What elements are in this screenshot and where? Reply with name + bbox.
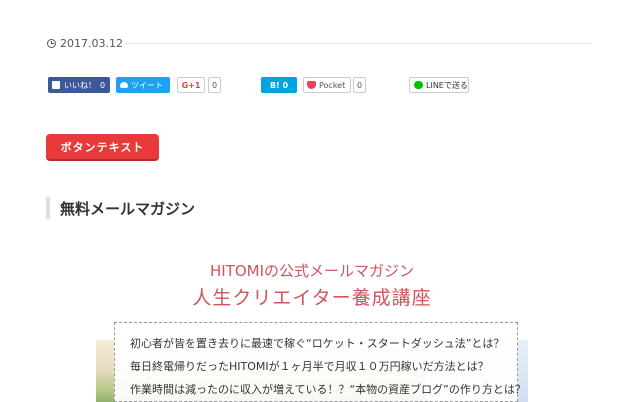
facebook-like-count: 0	[100, 80, 106, 90]
divider	[125, 43, 592, 44]
pocket-icon	[307, 81, 316, 89]
line-send-label: LINEで送る	[426, 80, 468, 90]
twitter-tweet-button[interactable]: ツイート	[116, 77, 170, 93]
hatena-bookmark-button[interactable]: B! 0	[261, 77, 297, 93]
pocket-count: 0	[353, 77, 367, 93]
hatena-bookmark-label: B! 0	[269, 80, 289, 90]
twitter-bird-icon	[120, 82, 128, 88]
banner-title-line1: HITOMIの公式メールマガジン	[209, 262, 415, 280]
line-send-button[interactable]: LINEで送る	[409, 77, 469, 93]
clock-icon	[47, 39, 56, 48]
newsletter-banner[interactable]: HITOMIの公式メールマガジン 人生クリエイター養成講座 初心者が皆を置き去り…	[96, 250, 528, 402]
pocket-label: Pocket	[319, 80, 346, 90]
banner-question: 初心者が皆を置き去りに最速で稼ぐ“ロケット・スタートダッシュ法”とは？	[130, 337, 505, 350]
google-plus-count: 0	[208, 77, 222, 93]
post-date: 2017.03.12	[47, 37, 123, 50]
thumbs-up-icon	[52, 81, 60, 89]
line-icon	[414, 81, 423, 89]
post-date-text: 2017.03.12	[60, 37, 123, 50]
facebook-like-label: いいね！	[64, 80, 96, 90]
google-plus-label: G+1	[181, 80, 201, 90]
pocket-button[interactable]: Pocket	[303, 77, 351, 93]
banner-question-box: 初心者が皆を置き去りに最速で稼ぐ“ロケット・スタートダッシュ法”とは？ 毎日終電…	[114, 322, 526, 402]
section-heading: 無料メールマガジン	[46, 197, 195, 219]
banner-question: 毎日終電帰りだったHITOMIが１ヶ月半で月収１０万円稼いだ方法とは？	[130, 360, 489, 373]
google-plus-button[interactable]: G+1	[177, 77, 205, 93]
banner-title-line2: 人生クリエイター養成講座	[192, 287, 432, 309]
facebook-like-button[interactable]: いいね！ 0	[48, 77, 110, 93]
button-text-button[interactable]: ボタンテキスト	[46, 134, 159, 159]
twitter-tweet-label: ツイート	[131, 80, 163, 90]
banner-question: 作業時間は減ったのに収入が増えている！？“本物の資産ブログ”の作り方とは？	[130, 383, 526, 396]
